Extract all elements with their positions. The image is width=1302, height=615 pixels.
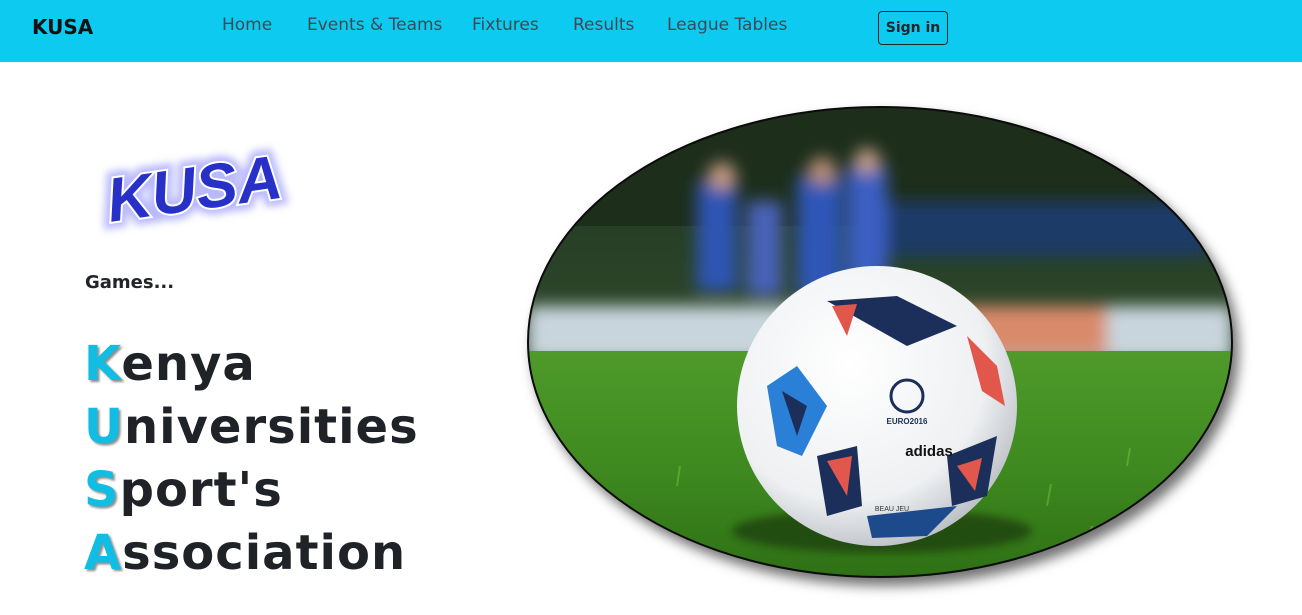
nav-league-tables[interactable]: League Tables: [667, 15, 787, 35]
name-line-association: Association: [84, 525, 407, 581]
nav-results[interactable]: Results: [573, 15, 634, 35]
sign-in-button[interactable]: Sign in: [878, 11, 948, 45]
ball-euro-text: EURO2016: [887, 417, 928, 426]
ball-beaujeu-text: BEAU JEU: [875, 506, 909, 513]
ball-adidas-text: adidas: [905, 443, 953, 460]
association-name: Kenya Universities Sport's Association: [84, 333, 419, 585]
nav-home[interactable]: Home: [222, 15, 272, 35]
brand-link[interactable]: KUSA: [32, 15, 93, 39]
top-navbar: KUSA Home Events & Teams Fixtures Result…: [0, 0, 1302, 62]
hero-football-image: EURO2016 adidas BEAU JEU: [527, 106, 1233, 578]
name-line-universities: Universities: [84, 399, 419, 455]
tagline: Games...: [85, 272, 175, 293]
logo-text: KUSA: [103, 143, 287, 236]
nav-fixtures[interactable]: Fixtures: [472, 15, 539, 35]
nav-events-teams[interactable]: Events & Teams: [307, 15, 442, 35]
name-line-kenya: Kenya: [84, 336, 256, 392]
kusa-logo: KUSA KUSA: [96, 136, 294, 243]
name-line-sports: Sport's: [84, 462, 283, 518]
